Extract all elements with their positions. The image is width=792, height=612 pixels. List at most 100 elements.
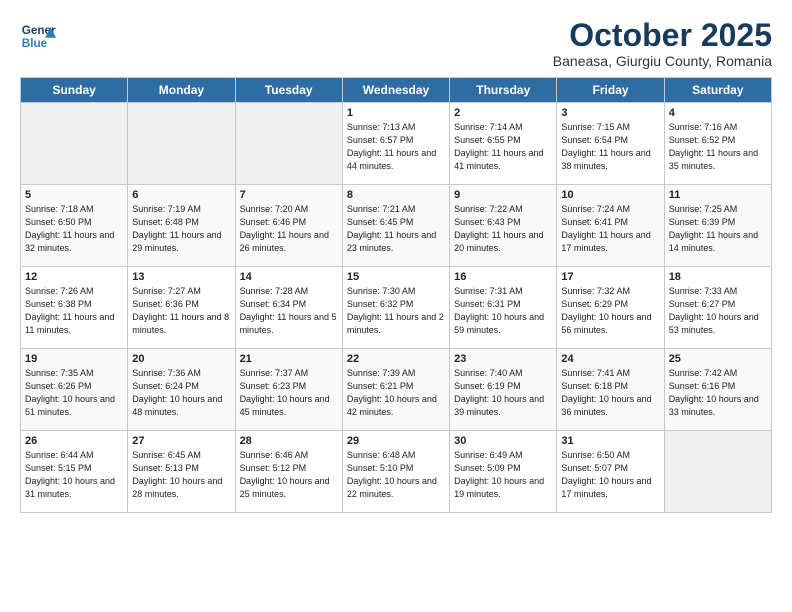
- day-number: 5: [25, 189, 123, 201]
- day-info: Sunrise: 7:41 AM Sunset: 6:18 PM Dayligh…: [561, 367, 659, 419]
- calendar-cell: 17 Sunrise: 7:32 AM Sunset: 6:29 PM Dayli…: [557, 267, 664, 349]
- day-info: Sunrise: 6:50 AM Sunset: 5:07 PM Dayligh…: [561, 449, 659, 501]
- day-info: Sunrise: 7:24 AM Sunset: 6:41 PM Dayligh…: [561, 203, 659, 255]
- calendar-cell: 30Sunrise: 6:49 AM Sunset: 5:09 PM Dayli…: [450, 431, 557, 513]
- day-number: 11: [669, 189, 767, 201]
- day-number: 4: [669, 107, 767, 119]
- calendar-cell: 1 Sunrise: 7:13 AM Sunset: 6:57 PM Daylig…: [342, 103, 449, 185]
- day-info: Sunrise: 6:46 AM Sunset: 5:12 PM Dayligh…: [240, 449, 338, 501]
- week-row-3: 12 Sunrise: 7:26 AM Sunset: 6:38 PM Dayli…: [21, 267, 772, 349]
- day-info: Sunrise: 7:31 AM Sunset: 6:31 PM Dayligh…: [454, 285, 552, 337]
- weekday-header-wednesday: Wednesday: [342, 78, 449, 103]
- calendar-cell: [21, 103, 128, 185]
- day-number: 22: [347, 353, 445, 365]
- week-row-5: 26Sunrise: 6:44 AM Sunset: 5:15 PM Dayli…: [21, 431, 772, 513]
- month-title: October 2025: [553, 18, 772, 53]
- calendar-cell: 11 Sunrise: 7:25 AM Sunset: 6:39 PM Dayli…: [664, 185, 771, 267]
- day-number: 30: [454, 435, 552, 447]
- calendar-cell: 4 Sunrise: 7:16 AM Sunset: 6:52 PM Daylig…: [664, 103, 771, 185]
- logo: General Blue: [20, 18, 56, 54]
- calendar-cell: 31 Sunrise: 6:50 AM Sunset: 5:07 PM Dayli…: [557, 431, 664, 513]
- day-number: 17: [561, 271, 659, 283]
- day-number: 29: [347, 435, 445, 447]
- day-info: Sunrise: 7:20 AM Sunset: 6:46 PM Dayligh…: [240, 203, 338, 255]
- calendar-cell: 25 Sunrise: 7:42 AM Sunset: 6:16 PM Dayli…: [664, 349, 771, 431]
- calendar-cell: 24 Sunrise: 7:41 AM Sunset: 6:18 PM Dayli…: [557, 349, 664, 431]
- day-number: 25: [669, 353, 767, 365]
- day-info: Sunrise: 7:32 AM Sunset: 6:29 PM Dayligh…: [561, 285, 659, 337]
- page: General Blue October 2025 Baneasa, Giurg…: [0, 0, 792, 531]
- calendar-cell: 20 Sunrise: 7:36 AM Sunset: 6:24 PM Dayli…: [128, 349, 235, 431]
- day-number: 21: [240, 353, 338, 365]
- day-number: 20: [132, 353, 230, 365]
- day-number: 31: [561, 435, 659, 447]
- day-info: Sunrise: 7:37 AM Sunset: 6:23 PM Dayligh…: [240, 367, 338, 419]
- day-info: Sunrise: 7:30 AM Sunset: 6:32 PM Dayligh…: [347, 285, 445, 337]
- calendar-cell: 18 Sunrise: 7:33 AM Sunset: 6:27 PM Dayli…: [664, 267, 771, 349]
- calendar-cell: 5 Sunrise: 7:18 AM Sunset: 6:50 PM Daylig…: [21, 185, 128, 267]
- week-row-4: 19Sunrise: 7:35 AM Sunset: 6:26 PM Dayli…: [21, 349, 772, 431]
- day-number: 15: [347, 271, 445, 283]
- day-number: 12: [25, 271, 123, 283]
- day-info: Sunrise: 7:13 AM Sunset: 6:57 PM Dayligh…: [347, 121, 445, 173]
- calendar-cell: 23 Sunrise: 7:40 AM Sunset: 6:19 PM Dayli…: [450, 349, 557, 431]
- day-number: 16: [454, 271, 552, 283]
- day-info: Sunrise: 7:36 AM Sunset: 6:24 PM Dayligh…: [132, 367, 230, 419]
- day-info: Sunrise: 7:33 AM Sunset: 6:27 PM Dayligh…: [669, 285, 767, 337]
- day-number: 6: [132, 189, 230, 201]
- calendar-cell: [128, 103, 235, 185]
- day-info: Sunrise: 7:39 AM Sunset: 6:21 PM Dayligh…: [347, 367, 445, 419]
- day-info: Sunrise: 7:16 AM Sunset: 6:52 PM Dayligh…: [669, 121, 767, 173]
- day-info: Sunrise: 7:26 AM Sunset: 6:38 PM Dayligh…: [25, 285, 123, 337]
- day-info: Sunrise: 7:18 AM Sunset: 6:50 PM Dayligh…: [25, 203, 123, 255]
- calendar-cell: 6Sunrise: 7:19 AM Sunset: 6:48 PM Daylig…: [128, 185, 235, 267]
- location-subtitle: Baneasa, Giurgiu County, Romania: [553, 53, 772, 69]
- day-number: 13: [132, 271, 230, 283]
- calendar-cell: 10Sunrise: 7:24 AM Sunset: 6:41 PM Dayli…: [557, 185, 664, 267]
- week-row-2: 5 Sunrise: 7:18 AM Sunset: 6:50 PM Daylig…: [21, 185, 772, 267]
- day-number: 9: [454, 189, 552, 201]
- day-number: 1: [347, 107, 445, 119]
- calendar-cell: 9 Sunrise: 7:22 AM Sunset: 6:43 PM Daylig…: [450, 185, 557, 267]
- svg-text:Blue: Blue: [22, 37, 48, 50]
- logo-icon: General Blue: [20, 18, 56, 54]
- weekday-header-row: SundayMondayTuesdayWednesdayThursdayFrid…: [21, 78, 772, 103]
- calendar-cell: 8Sunrise: 7:21 AM Sunset: 6:45 PM Daylig…: [342, 185, 449, 267]
- day-number: 24: [561, 353, 659, 365]
- weekday-header-friday: Friday: [557, 78, 664, 103]
- weekday-header-saturday: Saturday: [664, 78, 771, 103]
- day-number: 23: [454, 353, 552, 365]
- title-block: October 2025 Baneasa, Giurgiu County, Ro…: [553, 18, 772, 69]
- day-info: Sunrise: 6:48 AM Sunset: 5:10 PM Dayligh…: [347, 449, 445, 501]
- calendar-cell: 2 Sunrise: 7:14 AM Sunset: 6:55 PM Daylig…: [450, 103, 557, 185]
- day-number: 18: [669, 271, 767, 283]
- day-info: Sunrise: 7:28 AM Sunset: 6:34 PM Dayligh…: [240, 285, 338, 337]
- weekday-header-tuesday: Tuesday: [235, 78, 342, 103]
- day-info: Sunrise: 6:45 AM Sunset: 5:13 PM Dayligh…: [132, 449, 230, 501]
- day-info: Sunrise: 7:40 AM Sunset: 6:19 PM Dayligh…: [454, 367, 552, 419]
- day-info: Sunrise: 7:22 AM Sunset: 6:43 PM Dayligh…: [454, 203, 552, 255]
- day-number: 7: [240, 189, 338, 201]
- calendar-cell: 27 Sunrise: 6:45 AM Sunset: 5:13 PM Dayli…: [128, 431, 235, 513]
- calendar-cell: 19Sunrise: 7:35 AM Sunset: 6:26 PM Dayli…: [21, 349, 128, 431]
- day-info: Sunrise: 7:15 AM Sunset: 6:54 PM Dayligh…: [561, 121, 659, 173]
- day-number: 19: [25, 353, 123, 365]
- calendar-cell: 7 Sunrise: 7:20 AM Sunset: 6:46 PM Daylig…: [235, 185, 342, 267]
- calendar-cell: 22 Sunrise: 7:39 AM Sunset: 6:21 PM Dayli…: [342, 349, 449, 431]
- calendar-cell: 3Sunrise: 7:15 AM Sunset: 6:54 PM Daylig…: [557, 103, 664, 185]
- day-number: 2: [454, 107, 552, 119]
- day-number: 14: [240, 271, 338, 283]
- calendar-cell: 21 Sunrise: 7:37 AM Sunset: 6:23 PM Dayli…: [235, 349, 342, 431]
- day-info: Sunrise: 7:14 AM Sunset: 6:55 PM Dayligh…: [454, 121, 552, 173]
- day-info: Sunrise: 7:25 AM Sunset: 6:39 PM Dayligh…: [669, 203, 767, 255]
- weekday-header-sunday: Sunday: [21, 78, 128, 103]
- day-number: 27: [132, 435, 230, 447]
- calendar-cell: 14 Sunrise: 7:28 AM Sunset: 6:34 PM Dayli…: [235, 267, 342, 349]
- calendar-cell: 26Sunrise: 6:44 AM Sunset: 5:15 PM Dayli…: [21, 431, 128, 513]
- calendar-cell: [664, 431, 771, 513]
- weekday-header-thursday: Thursday: [450, 78, 557, 103]
- day-number: 8: [347, 189, 445, 201]
- week-row-1: 1 Sunrise: 7:13 AM Sunset: 6:57 PM Daylig…: [21, 103, 772, 185]
- day-info: Sunrise: 7:42 AM Sunset: 6:16 PM Dayligh…: [669, 367, 767, 419]
- day-number: 28: [240, 435, 338, 447]
